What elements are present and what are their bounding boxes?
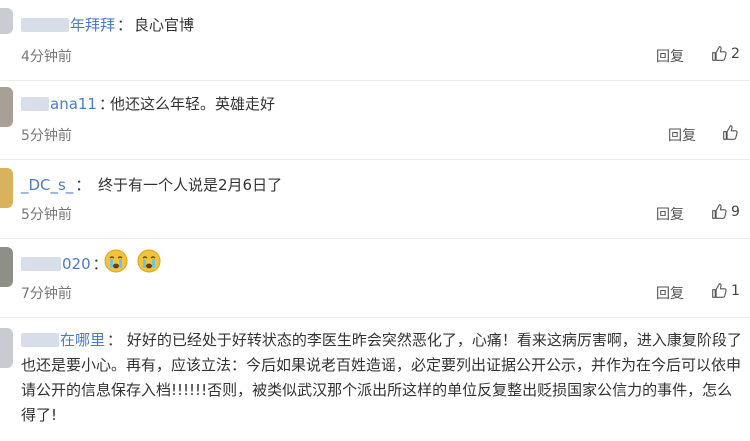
comment-time: 5分钟前 xyxy=(21,128,72,144)
comment-time: 7分钟前 xyxy=(21,286,72,302)
comment-username[interactable]: 在哪里 xyxy=(21,331,105,349)
comment-time: 5分钟前 xyxy=(21,207,72,223)
comment-username[interactable]: ana11： xyxy=(21,93,114,114)
thumbs-up-icon xyxy=(723,125,738,140)
like-button[interactable]: 9 xyxy=(711,203,740,220)
avatar[interactable] xyxy=(0,87,13,127)
comment-username[interactable]: 020： xyxy=(21,253,108,274)
crying-face-icon xyxy=(104,249,128,273)
comment-item: 在哪里： 好好的已经处于好转状态的李医生昨会突然恶化了，心痛！看来这病厉害啊，进… xyxy=(0,318,750,441)
blurred-name-part xyxy=(21,257,61,271)
like-count: 2 xyxy=(731,45,740,62)
thumbs-up-icon xyxy=(712,283,727,298)
like-button[interactable] xyxy=(722,124,742,141)
avatar[interactable] xyxy=(0,8,13,34)
thumbs-up-icon xyxy=(712,46,727,61)
comment-time: 4分钟前 xyxy=(21,49,72,65)
blurred-name-part xyxy=(21,97,49,111)
comment-item: _DC_s_： 终于有一个人说是2月6日了 5分钟前 回复 9 xyxy=(0,160,750,238)
comment-username[interactable]: 年拜拜： xyxy=(21,14,132,35)
comment-body: 好好的已经处于好转状态的李医生昨会突然恶化了，心痛！看来这病厉害啊，进入康复阶段… xyxy=(21,331,742,424)
avatar[interactable] xyxy=(0,328,13,368)
avatar[interactable] xyxy=(0,168,13,208)
like-button[interactable]: 1 xyxy=(711,282,740,299)
blurred-name-part xyxy=(21,18,69,32)
blurred-name-part xyxy=(21,333,59,347)
crying-face-icon xyxy=(137,249,161,273)
like-button[interactable]: 2 xyxy=(711,45,740,62)
comment-text: 他还这么年轻。英雄走好 xyxy=(110,95,276,113)
comment-text: 终于有一个人说是2月6日了 xyxy=(98,176,283,194)
like-count: 1 xyxy=(731,282,740,299)
comment-text: 良心官博 xyxy=(134,16,195,34)
comment-item: ana11： 他还这么年轻。英雄走好 5分钟前 回复 xyxy=(0,81,750,159)
reply-button[interactable]: 回复 xyxy=(656,46,684,66)
avatar[interactable] xyxy=(0,247,13,287)
reply-button[interactable]: 回复 xyxy=(656,204,684,224)
comment-item: 年拜拜： 良心官博 4分钟前 回复 2 xyxy=(0,0,750,72)
comment-text xyxy=(100,249,161,273)
reply-button[interactable]: 回复 xyxy=(668,125,696,145)
comment-username[interactable]: _DC_s_： xyxy=(21,174,90,195)
reply-button[interactable]: 回复 xyxy=(656,283,684,303)
comment-text: 在哪里： 好好的已经处于好转状态的李医生昨会突然恶化了，心痛！看来这病厉害啊，进… xyxy=(21,331,742,424)
like-count: 9 xyxy=(731,203,740,220)
thumbs-up-icon xyxy=(712,204,727,219)
comment-item: 020： 7分钟前 回复 1 xyxy=(0,239,750,317)
